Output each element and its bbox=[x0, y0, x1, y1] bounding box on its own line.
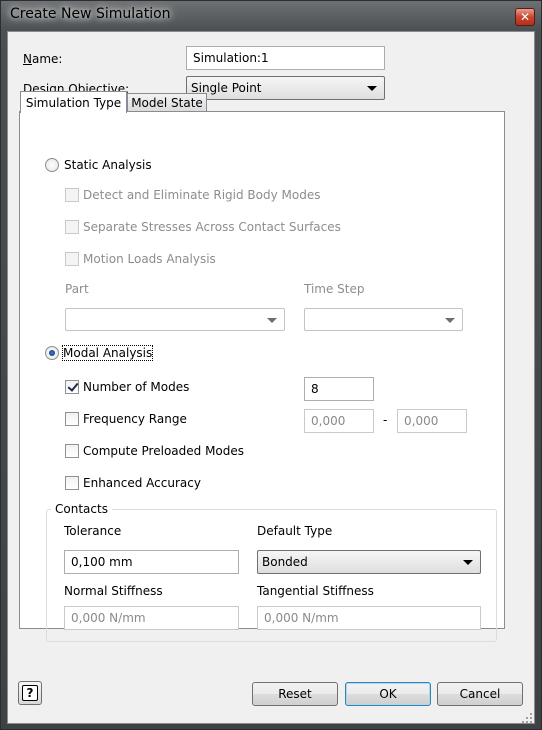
number-of-modes-input[interactable]: 8 bbox=[304, 377, 374, 401]
default-type-select[interactable]: Bonded bbox=[257, 550, 481, 574]
dropdown-arrow-icon bbox=[463, 560, 473, 565]
rigid-body-label: Detect and Eliminate Rigid Body Modes bbox=[83, 188, 321, 202]
enhanced-accuracy-checkbox[interactable] bbox=[65, 476, 79, 490]
dropdown-arrow-icon bbox=[445, 317, 455, 323]
time-step-label: Time Step bbox=[304, 282, 365, 296]
tolerance-label: Tolerance bbox=[64, 524, 122, 538]
dropdown-arrow-icon bbox=[367, 86, 377, 91]
frequency-to-input[interactable]: 0,000 bbox=[397, 409, 467, 433]
reset-button[interactable]: Reset bbox=[252, 682, 338, 706]
frequency-range-separator: - bbox=[383, 413, 388, 427]
dialog-window: Create New Simulation ✕ Name: Simulation… bbox=[0, 0, 542, 730]
tab-simulation-type[interactable]: Simulation Type bbox=[20, 91, 127, 113]
modal-analysis-label: Modal Analysis bbox=[61, 345, 154, 361]
default-type-value: Bonded bbox=[262, 555, 308, 569]
frequency-from-input[interactable]: 0,000 bbox=[304, 409, 374, 433]
part-select[interactable] bbox=[65, 308, 285, 331]
tab-model-state[interactable]: Model State bbox=[127, 93, 207, 112]
normal-stiffness-value: 0,000 N/mm bbox=[71, 611, 146, 625]
static-analysis-label: Static Analysis bbox=[64, 158, 152, 172]
tangential-stiffness-value: 0,000 N/mm bbox=[264, 611, 339, 625]
tab-simulation-type-label: Simulation Type bbox=[25, 95, 122, 110]
part-label: Part bbox=[65, 282, 89, 296]
contacts-title: Contacts bbox=[51, 502, 112, 516]
modal-analysis-radio[interactable] bbox=[45, 346, 59, 360]
tab-model-state-label: Model State bbox=[131, 95, 203, 110]
time-step-select[interactable] bbox=[304, 308, 463, 331]
ok-button-label: OK bbox=[379, 687, 397, 701]
static-analysis-radio[interactable] bbox=[45, 158, 59, 172]
tangential-stiffness-label: Tangential Stiffness bbox=[257, 584, 374, 598]
frequency-to-value: 0,000 bbox=[404, 414, 439, 428]
frequency-range-label: Frequency Range bbox=[83, 412, 187, 426]
separate-stresses-checkbox[interactable] bbox=[65, 220, 79, 234]
default-type-label: Default Type bbox=[257, 524, 333, 538]
separate-stresses-label: Separate Stresses Across Contact Surface… bbox=[83, 220, 341, 234]
number-of-modes-value: 8 bbox=[311, 382, 319, 396]
tolerance-value: 0,100 mm bbox=[71, 555, 133, 569]
motion-loads-checkbox[interactable] bbox=[65, 252, 79, 266]
tangential-stiffness-input[interactable]: 0,000 N/mm bbox=[257, 606, 481, 630]
name-label-rest: ame: bbox=[31, 52, 63, 66]
motion-loads-label: Motion Loads Analysis bbox=[83, 252, 216, 266]
reset-button-label: Reset bbox=[278, 687, 312, 701]
help-button[interactable]: ? bbox=[18, 681, 42, 705]
cancel-button[interactable]: Cancel bbox=[437, 682, 523, 706]
dropdown-arrow-icon bbox=[267, 317, 277, 323]
number-of-modes-label: Number of Modes bbox=[83, 380, 190, 394]
enhanced-accuracy-label: Enhanced Accuracy bbox=[83, 476, 201, 490]
normal-stiffness-input[interactable]: 0,000 N/mm bbox=[64, 606, 239, 630]
frequency-from-value: 0,000 bbox=[311, 414, 346, 428]
ok-button[interactable]: OK bbox=[345, 682, 431, 706]
size-gripper-icon[interactable] bbox=[522, 713, 532, 723]
number-of-modes-checkbox[interactable] bbox=[65, 380, 79, 394]
name-input-value: Simulation:1 bbox=[193, 51, 269, 65]
help-icon: ? bbox=[22, 685, 38, 701]
rigid-body-checkbox[interactable] bbox=[65, 188, 79, 202]
preloaded-modes-label: Compute Preloaded Modes bbox=[83, 444, 245, 458]
frequency-range-checkbox[interactable] bbox=[65, 412, 79, 426]
normal-stiffness-label: Normal Stiffness bbox=[64, 584, 163, 598]
design-objective-select[interactable]: Single Point bbox=[186, 76, 385, 100]
name-input[interactable]: Simulation:1 bbox=[186, 46, 385, 70]
dialog-content: Name: Simulation:1 Design Objective: Sin… bbox=[1, 1, 541, 729]
name-label: Name: bbox=[23, 52, 63, 66]
cancel-button-label: Cancel bbox=[459, 687, 501, 701]
tolerance-input[interactable]: 0,100 mm bbox=[64, 550, 239, 574]
preloaded-modes-checkbox[interactable] bbox=[65, 444, 79, 458]
